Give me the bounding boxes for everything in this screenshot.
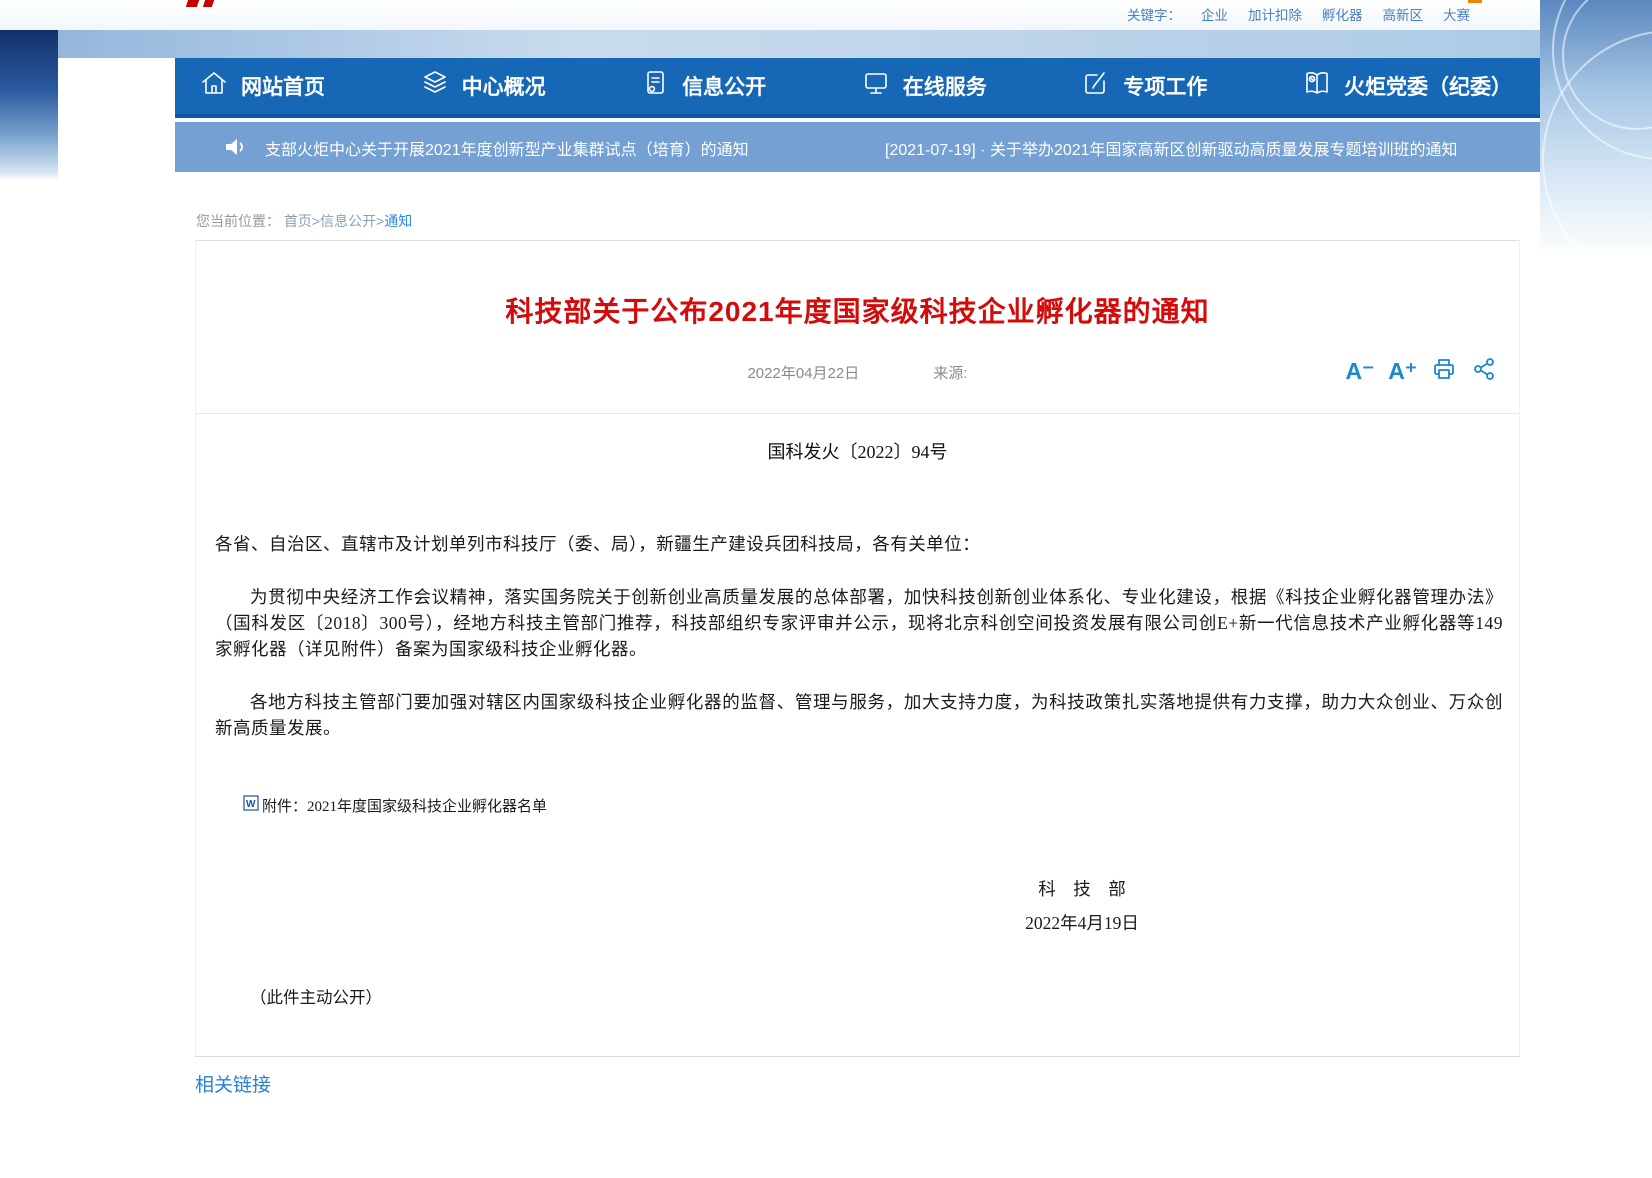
nav-item-home[interactable]: 网站首页: [199, 68, 325, 104]
nav-item-label: 中心概况: [462, 71, 546, 101]
breadcrumb: 您当前位置： 首页>信息公开>通知: [196, 211, 412, 231]
document-icon: [640, 68, 670, 104]
nav-item-label: 火炬党委（纪委）: [1344, 71, 1512, 101]
source-label: 来源:: [933, 365, 967, 382]
breadcrumb-label: 您当前位置：: [196, 213, 280, 229]
publicity-note: （此件主动公开）: [250, 984, 382, 1008]
article-meta: 2022年04月22日 来源:: [195, 362, 1520, 383]
keyword-link-incubator[interactable]: 孵化器: [1322, 4, 1363, 24]
breadcrumb-home[interactable]: 首页: [284, 213, 312, 229]
word-doc-icon: W: [243, 795, 259, 816]
keywords-label: 关键字：: [1127, 4, 1181, 24]
nav-item-special-projects[interactable]: 专项工作: [1081, 68, 1207, 104]
keyword-link-deduction[interactable]: 加计扣除: [1248, 4, 1302, 24]
nav-item-label: 在线服务: [903, 71, 987, 101]
keyword-link-enterprise[interactable]: 企业: [1201, 4, 1228, 24]
share-icon[interactable]: [1471, 356, 1497, 387]
svg-text:W: W: [246, 799, 256, 810]
home-icon: [199, 68, 229, 104]
logo-fragment: [186, 0, 199, 7]
signature-date: 2022年4月19日: [957, 910, 1207, 935]
paragraph-body-2: 各地方科技主管部门要加强对辖区内国家级科技企业孵化器的监督、管理与服务，加大支持…: [215, 689, 1503, 741]
article-toolbar: A⁻ A⁺: [1346, 356, 1498, 387]
nav-item-label: 信息公开: [682, 71, 766, 101]
ticker-notice-left[interactable]: 支部火炬中心关于开展2021年度创新型产业集群试点（培育）的通知: [265, 136, 749, 160]
monitor-icon: [861, 68, 891, 104]
header-gradient-band: [0, 30, 1652, 58]
decorative-dash: [1468, 0, 1482, 3]
attachment-link[interactable]: W 附件：2021年度国家级科技企业孵化器名单: [243, 795, 547, 816]
layers-icon: [420, 68, 450, 104]
party-book-icon: [1302, 68, 1332, 104]
breadcrumb-separator: >: [312, 213, 320, 229]
nav-item-label: 专项工作: [1123, 71, 1207, 101]
main-nav: 网站首页 中心概况 信息公开 在线服务 专项工作 火炬党委（纪委）: [175, 58, 1540, 118]
paragraph-salutation: 各省、自治区、直辖市及计划单列市科技厅（委、局），新疆生产建设兵团科技局，各有关…: [215, 531, 1503, 557]
related-links-title: 相关链接: [195, 1070, 271, 1097]
related-divider: [195, 1056, 1520, 1057]
signature-block: 科 技 部 2022年4月19日: [957, 876, 1207, 935]
paragraph-body-1: 为贯彻中央经济工作会议精神，落实国务院关于创新创业高质量发展的总体部署，加快科技…: [215, 584, 1503, 662]
keyword-link-hightech-zone[interactable]: 高新区: [1383, 4, 1424, 24]
signature-name: 科 技 部: [957, 876, 1207, 901]
header-left-banner: [0, 30, 58, 180]
breadcrumb-notices[interactable]: 通知: [384, 213, 412, 229]
nav-item-party-committee[interactable]: 火炬党委（纪委）: [1302, 68, 1512, 104]
document-number: 国科发火〔2022〕94号: [195, 438, 1520, 464]
keywords-bar: 关键字： 企业 加计扣除 孵化器 高新区 大赛: [1127, 4, 1470, 24]
attachment-label: 附件：2021年度国家级科技企业孵化器名单: [262, 795, 547, 816]
publish-date: 2022年04月22日: [747, 365, 859, 382]
page-title: 科技部关于公布2021年度国家级科技企业孵化器的通知: [195, 290, 1520, 330]
nav-item-label: 网站首页: [241, 71, 325, 101]
font-increase-button[interactable]: A⁺: [1388, 360, 1417, 383]
nav-item-online-services[interactable]: 在线服务: [861, 68, 987, 104]
keyword-link-competition[interactable]: 大赛: [1443, 4, 1470, 24]
ticker-notice-right[interactable]: [2021-07-19] · 关于举办2021年国家高新区创新驱动高质量发展专题…: [885, 136, 1458, 160]
nav-item-overview[interactable]: 中心概况: [420, 68, 546, 104]
title-divider: [195, 413, 1520, 414]
announcement-ticker: 支部火炬中心关于开展2021年度创新型产业集群试点（培育）的通知 [2021-0…: [175, 122, 1540, 172]
font-decrease-button[interactable]: A⁻: [1346, 360, 1375, 383]
printer-icon[interactable]: [1431, 356, 1457, 387]
pen-icon: [1081, 68, 1111, 104]
nav-item-info-disclosure[interactable]: 信息公开: [640, 68, 766, 104]
header-globe-graphic: [1540, 0, 1652, 258]
breadcrumb-info-disclosure[interactable]: 信息公开: [320, 213, 376, 229]
